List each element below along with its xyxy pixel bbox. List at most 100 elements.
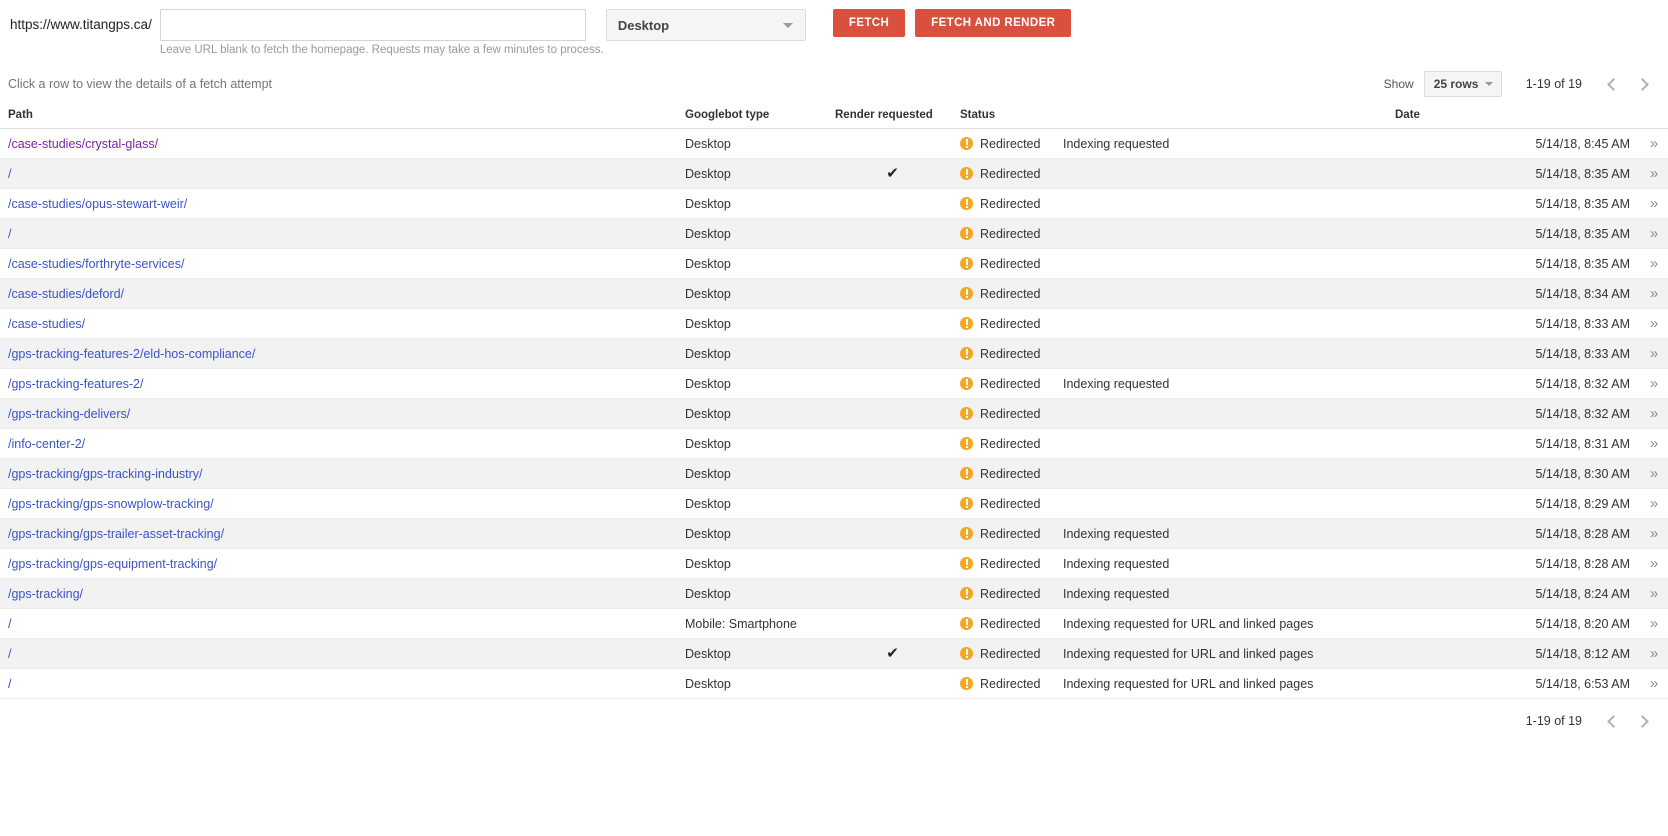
double-chevron-right-icon[interactable]: »: [1650, 195, 1658, 212]
cell-path[interactable]: /gps-tracking-delivers/: [0, 398, 685, 429]
footer-previous-page-button[interactable]: [1596, 706, 1628, 736]
double-chevron-right-icon[interactable]: »: [1650, 645, 1658, 662]
double-chevron-right-icon[interactable]: »: [1650, 135, 1658, 152]
path-link[interactable]: /gps-tracking/: [8, 587, 83, 601]
double-chevron-right-icon[interactable]: »: [1650, 255, 1658, 272]
double-chevron-right-icon[interactable]: »: [1650, 555, 1658, 572]
cell-detail-arrow[interactable]: »: [1640, 578, 1668, 609]
cell-detail-arrow[interactable]: »: [1640, 548, 1668, 579]
cell-path[interactable]: /: [0, 218, 685, 249]
cell-detail-arrow[interactable]: »: [1640, 248, 1668, 279]
crawler-type-select[interactable]: Desktop: [605, 9, 806, 41]
path-link[interactable]: /case-studies/: [8, 317, 85, 331]
table-row[interactable]: /gps-tracking-features-2/Desktop Redirect…: [0, 368, 1668, 399]
table-row[interactable]: /case-studies/opus-stewart-weir/Desktop R…: [0, 188, 1668, 219]
table-row[interactable]: /gps-tracking-delivers/Desktop Redirected…: [0, 398, 1668, 429]
cell-path[interactable]: /gps-tracking/gps-equipment-tracking/: [0, 548, 685, 579]
double-chevron-right-icon[interactable]: »: [1650, 165, 1658, 182]
path-link[interactable]: /: [8, 647, 11, 661]
double-chevron-right-icon[interactable]: »: [1650, 585, 1658, 602]
double-chevron-right-icon[interactable]: »: [1650, 495, 1658, 512]
cell-path[interactable]: /: [0, 668, 685, 699]
cell-path[interactable]: /case-studies/forthryte-services/: [0, 248, 685, 279]
cell-path[interactable]: /info-center-2/: [0, 428, 685, 459]
cell-detail-arrow[interactable]: »: [1640, 368, 1668, 399]
cell-path[interactable]: /gps-tracking/gps-trailer-asset-tracking…: [0, 518, 685, 549]
table-row[interactable]: /case-studies/Desktop Redirected 5/14/18, …: [0, 308, 1668, 339]
table-row[interactable]: /info-center-2/Desktop Redirected 5/14/18,…: [0, 428, 1668, 459]
url-input[interactable]: [159, 9, 586, 41]
path-link[interactable]: /: [8, 617, 11, 631]
table-row[interactable]: /gps-tracking/gps-tracking-industry/Desk…: [0, 458, 1668, 489]
path-link[interactable]: /case-studies/opus-stewart-weir/: [8, 197, 187, 211]
path-link[interactable]: /gps-tracking/gps-tracking-industry/: [8, 467, 203, 481]
cell-detail-arrow[interactable]: »: [1640, 638, 1668, 669]
table-row[interactable]: / Desktop Redirected 5/14/18, 8:35 AM »: [0, 218, 1668, 249]
table-row[interactable]: / Desktop Redirected Indexing requested for…: [0, 668, 1668, 699]
path-link[interactable]: /: [8, 677, 11, 691]
table-row[interactable]: /case-studies/crystal-glass/Desktop Redir…: [0, 128, 1668, 159]
rows-per-page-select[interactable]: 25 rows: [1423, 71, 1502, 97]
cell-detail-arrow[interactable]: »: [1640, 398, 1668, 429]
table-row[interactable]: /gps-tracking-features-2/eld-hos-complia…: [0, 338, 1668, 369]
table-row[interactable]: /case-studies/forthryte-services/Desktop…: [0, 248, 1668, 279]
column-header-date[interactable]: Date: [1395, 104, 1640, 129]
next-page-button[interactable]: [1628, 69, 1660, 99]
cell-detail-arrow[interactable]: »: [1640, 278, 1668, 309]
fetch-button[interactable]: FETCH: [832, 9, 906, 37]
cell-detail-arrow[interactable]: »: [1640, 608, 1668, 639]
cell-path[interactable]: /case-studies/: [0, 308, 685, 339]
column-header-render-requested[interactable]: Render requested: [835, 104, 950, 129]
table-row[interactable]: /gps-tracking/Desktop Redirected Indexing …: [0, 578, 1668, 609]
path-link[interactable]: /gps-tracking-features-2/: [8, 377, 143, 391]
cell-detail-arrow[interactable]: »: [1640, 428, 1668, 459]
path-link[interactable]: /gps-tracking-features-2/eld-hos-complia…: [8, 347, 255, 361]
cell-detail-arrow[interactable]: »: [1640, 338, 1668, 369]
table-row[interactable]: /gps-tracking/gps-snowplow-tracking/Desk…: [0, 488, 1668, 519]
path-link[interactable]: /gps-tracking/gps-snowplow-tracking/: [8, 497, 214, 511]
cell-path[interactable]: /case-studies/deford/: [0, 278, 685, 309]
double-chevron-right-icon[interactable]: »: [1650, 465, 1658, 482]
table-row[interactable]: / Desktop ✔ Redirected Indexing requested fo…: [0, 638, 1668, 669]
cell-detail-arrow[interactable]: »: [1640, 488, 1668, 519]
path-link[interactable]: /: [8, 227, 11, 241]
table-row[interactable]: / Mobile: Smartphone Redirected Indexing re…: [0, 608, 1668, 639]
cell-path[interactable]: /case-studies/crystal-glass/: [0, 128, 685, 159]
cell-path[interactable]: /gps-tracking-features-2/eld-hos-complia…: [0, 338, 685, 369]
cell-detail-arrow[interactable]: »: [1640, 458, 1668, 489]
cell-path[interactable]: /: [0, 608, 685, 639]
path-link[interactable]: /gps-tracking-delivers/: [8, 407, 130, 421]
double-chevron-right-icon[interactable]: »: [1650, 225, 1658, 242]
double-chevron-right-icon[interactable]: »: [1650, 315, 1658, 332]
previous-page-button[interactable]: [1596, 69, 1628, 99]
column-header-path[interactable]: Path: [0, 104, 685, 129]
table-row[interactable]: /gps-tracking/gps-equipment-tracking/Des…: [0, 548, 1668, 579]
cell-detail-arrow[interactable]: »: [1640, 308, 1668, 339]
cell-path[interactable]: /gps-tracking-features-2/: [0, 368, 685, 399]
path-link[interactable]: /: [8, 167, 11, 181]
cell-detail-arrow[interactable]: »: [1640, 158, 1668, 189]
cell-path[interactable]: /: [0, 158, 685, 189]
cell-detail-arrow[interactable]: »: [1640, 128, 1668, 159]
cell-detail-arrow[interactable]: »: [1640, 518, 1668, 549]
footer-next-page-button[interactable]: [1628, 706, 1660, 736]
column-header-googlebot-type[interactable]: Googlebot type: [685, 104, 835, 129]
cell-detail-arrow[interactable]: »: [1640, 218, 1668, 249]
path-link[interactable]: /case-studies/crystal-glass/: [8, 137, 158, 151]
path-link[interactable]: /gps-tracking/gps-trailer-asset-tracking…: [8, 527, 224, 541]
double-chevron-right-icon[interactable]: »: [1650, 435, 1658, 452]
double-chevron-right-icon[interactable]: »: [1650, 615, 1658, 632]
fetch-and-render-button[interactable]: FETCH AND RENDER: [915, 9, 1072, 37]
double-chevron-right-icon[interactable]: »: [1650, 675, 1658, 692]
double-chevron-right-icon[interactable]: »: [1650, 345, 1658, 362]
path-link[interactable]: /gps-tracking/gps-equipment-tracking/: [8, 557, 217, 571]
double-chevron-right-icon[interactable]: »: [1650, 285, 1658, 302]
table-row[interactable]: /gps-tracking/gps-trailer-asset-tracking…: [0, 518, 1668, 549]
double-chevron-right-icon[interactable]: »: [1650, 375, 1658, 392]
cell-detail-arrow[interactable]: »: [1640, 188, 1668, 219]
cell-path[interactable]: /gps-tracking/: [0, 578, 685, 609]
path-link[interactable]: /case-studies/forthryte-services/: [8, 257, 184, 271]
path-link[interactable]: /info-center-2/: [8, 437, 85, 451]
cell-path[interactable]: /gps-tracking/gps-tracking-industry/: [0, 458, 685, 489]
column-header-status[interactable]: Status: [950, 104, 1055, 129]
